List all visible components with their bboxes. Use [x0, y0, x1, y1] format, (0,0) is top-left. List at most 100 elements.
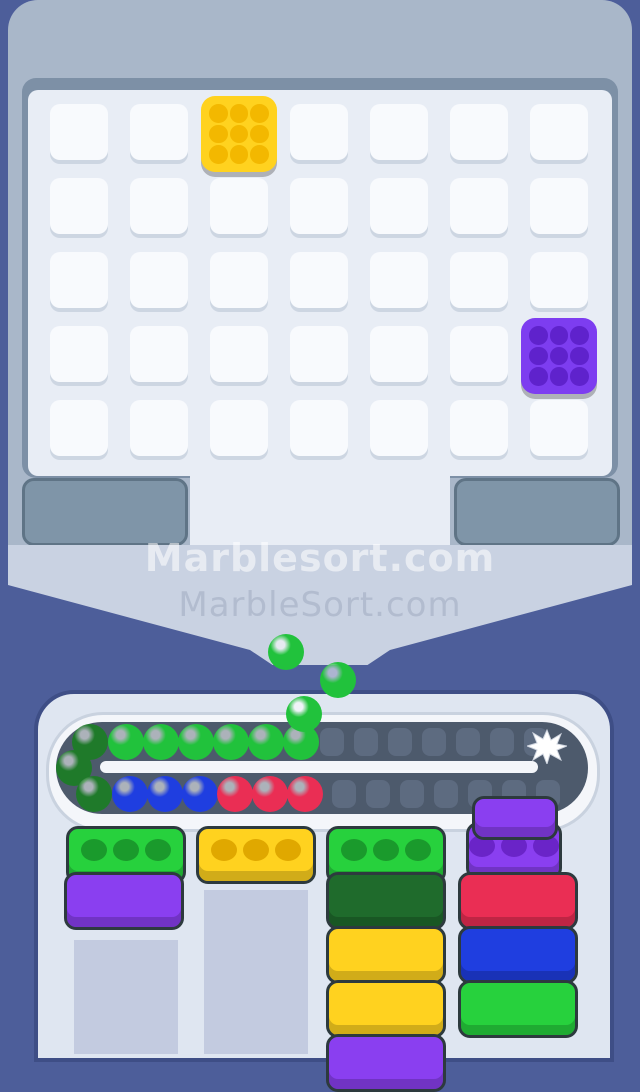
empty-slot — [422, 728, 446, 756]
block-dot — [529, 367, 548, 386]
board-tile — [290, 178, 348, 234]
container-holes — [329, 839, 443, 861]
board-tile — [450, 400, 508, 456]
board-tile — [210, 178, 268, 234]
board-tile — [530, 252, 588, 308]
block-dot — [570, 367, 589, 386]
yellow-box[interactable] — [326, 926, 446, 984]
block-dot — [209, 124, 228, 144]
yellow-box[interactable] — [326, 980, 446, 1038]
marble-dark-green — [76, 776, 112, 812]
board-tile — [290, 252, 348, 308]
block-dot — [209, 145, 228, 164]
burst-icon — [527, 728, 567, 764]
marble-hole — [275, 839, 301, 861]
marble-blue — [182, 776, 218, 812]
board-tile — [290, 400, 348, 456]
falling-marble-green — [268, 634, 304, 670]
block-dot — [250, 124, 269, 144]
board-tile — [130, 104, 188, 160]
column-track — [204, 890, 308, 1054]
yellow-block[interactable] — [201, 96, 277, 172]
red-box[interactable] — [458, 872, 578, 930]
block-dot — [229, 145, 249, 164]
board-tile — [50, 178, 108, 234]
block-dot — [250, 104, 269, 123]
marble-green — [178, 724, 214, 760]
block-dot — [250, 145, 269, 164]
purple-box[interactable] — [64, 872, 184, 930]
falling-marble-green — [320, 662, 356, 698]
green-box[interactable] — [458, 980, 578, 1038]
marble-red — [252, 776, 288, 812]
board-tile — [530, 178, 588, 234]
marble-blue — [147, 776, 183, 812]
empty-slot — [320, 728, 344, 756]
board-tile — [210, 326, 268, 382]
empty-slot — [388, 728, 412, 756]
empty-slot — [400, 780, 424, 808]
watermark-primary: Marblesort.com — [144, 536, 496, 580]
empty-slot — [354, 728, 378, 756]
yellow-container[interactable] — [196, 826, 316, 884]
marble-hole — [113, 839, 139, 861]
marble-red — [287, 776, 323, 812]
marble-green — [248, 724, 284, 760]
block-dot — [549, 326, 569, 345]
board-tile — [450, 326, 508, 382]
marble-hole — [145, 839, 171, 861]
marble-blue — [112, 776, 148, 812]
board-tile — [530, 104, 588, 160]
track-divider — [100, 761, 538, 773]
board-tile — [130, 326, 188, 382]
container-holes — [199, 839, 313, 861]
purple-box[interactable] — [326, 1034, 446, 1092]
board-tile — [290, 326, 348, 382]
block-dot — [570, 326, 589, 345]
board-tile — [450, 104, 508, 160]
empty-slot — [366, 780, 390, 808]
board-tile — [130, 178, 188, 234]
board-tile — [130, 252, 188, 308]
empty-slot — [490, 728, 514, 756]
blue-box[interactable] — [458, 926, 578, 984]
marble-green — [143, 724, 179, 760]
board-tile — [50, 104, 108, 160]
column-track — [74, 940, 178, 1054]
block-dot — [549, 367, 569, 386]
board-tile — [370, 326, 428, 382]
marble-red — [217, 776, 253, 812]
block-dot — [570, 346, 589, 366]
empty-slot — [456, 728, 480, 756]
block-dot — [229, 104, 249, 123]
block-dot — [529, 346, 548, 366]
board-tile — [210, 400, 268, 456]
falling-marble-green — [286, 696, 322, 732]
purple-block[interactable] — [521, 318, 597, 394]
marble-hole — [243, 839, 269, 861]
empty-slot — [434, 780, 458, 808]
block-dot — [209, 104, 228, 123]
marble-hole — [405, 839, 431, 861]
watermark-secondary: MarbleSort.com — [178, 585, 462, 625]
board-tile — [370, 178, 428, 234]
empty-slot — [332, 780, 356, 808]
board-tile — [370, 400, 428, 456]
block-board — [28, 90, 612, 530]
container-holes — [69, 839, 183, 861]
board-tile — [370, 104, 428, 160]
board-tile — [450, 252, 508, 308]
purple-container-lid[interactable] — [472, 796, 558, 840]
block-dot — [529, 326, 548, 345]
block-dot — [549, 346, 569, 366]
board-tile — [370, 252, 428, 308]
board-tile — [530, 400, 588, 456]
board-tile — [50, 252, 108, 308]
marble-hole — [81, 839, 107, 861]
board-tile — [50, 400, 108, 456]
marble-green — [108, 724, 144, 760]
dark-green-box[interactable] — [326, 872, 446, 930]
board-tile — [210, 252, 268, 308]
marble-hole — [211, 839, 237, 861]
block-dot — [229, 124, 249, 144]
